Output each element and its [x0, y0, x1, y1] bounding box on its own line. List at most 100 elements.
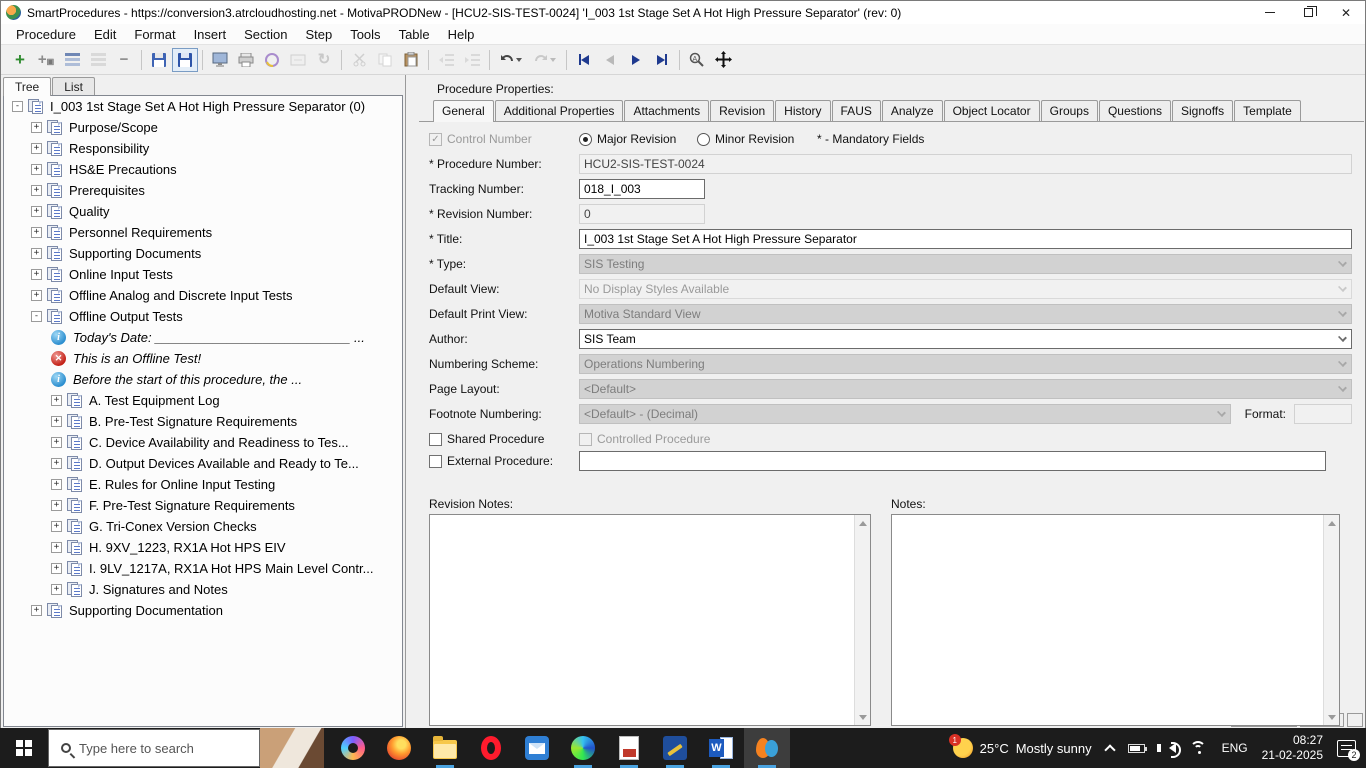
expander[interactable]: +: [51, 521, 62, 532]
tab-additional-properties[interactable]: Additional Properties: [494, 100, 624, 121]
menu-table[interactable]: Table: [390, 24, 439, 44]
expander[interactable]: +: [51, 416, 62, 427]
redo-icon[interactable]: [528, 48, 562, 72]
expander[interactable]: +: [31, 248, 42, 259]
shared-procedure-checkbox[interactable]: Shared Procedure: [429, 432, 579, 446]
add-icon[interactable]: +: [7, 48, 33, 72]
taskbar-edge-icon[interactable]: [560, 728, 606, 768]
outdent-icon[interactable]: [433, 48, 459, 72]
tab-general[interactable]: General: [433, 100, 494, 122]
tree-item[interactable]: + Supporting Documentation: [4, 600, 402, 621]
type-select[interactable]: SIS Testing: [579, 254, 1352, 274]
menu-format[interactable]: Format: [125, 24, 184, 44]
tab-groups[interactable]: Groups: [1040, 100, 1098, 121]
external-procedure-checkbox[interactable]: External Procedure:: [429, 454, 579, 468]
default-view-select[interactable]: No Display Styles Available: [579, 279, 1352, 299]
expander[interactable]: +: [51, 584, 62, 595]
major-revision-radio[interactable]: Major Revision: [579, 132, 689, 146]
tree-item[interactable]: + Offline Analog and Discrete Input Tests: [4, 285, 402, 306]
minor-revision-radio[interactable]: Minor Revision: [697, 132, 809, 146]
revision-number-field[interactable]: [579, 204, 705, 224]
taskbar-word-icon[interactable]: W: [698, 728, 744, 768]
external-procedure-field[interactable]: [579, 451, 1326, 471]
expander[interactable]: +: [51, 500, 62, 511]
cut-icon[interactable]: [346, 48, 372, 72]
paste-icon[interactable]: [398, 48, 424, 72]
menu-tools[interactable]: Tools: [341, 24, 389, 44]
numbering-scheme-select[interactable]: Operations Numbering: [579, 354, 1352, 374]
weather-widget[interactable]: 1 25°C Mostly sunny: [948, 734, 1092, 758]
save-icon[interactable]: [172, 47, 198, 72]
outline-view-icon[interactable]: [59, 48, 85, 72]
tree-item[interactable]: + D. Output Devices Available and Ready t…: [4, 453, 402, 474]
notes-textarea[interactable]: [891, 514, 1340, 726]
tab-faus[interactable]: FAUS: [831, 100, 881, 121]
preview-monitor-icon[interactable]: [207, 48, 233, 72]
expander[interactable]: -: [12, 101, 23, 112]
tab-history[interactable]: History: [775, 100, 831, 121]
default-print-view-select[interactable]: Motiva Standard View: [579, 304, 1352, 324]
expander[interactable]: +: [31, 227, 42, 238]
scroll-up-icon[interactable]: [855, 515, 870, 531]
menu-help[interactable]: Help: [439, 24, 484, 44]
taskbar-procedure-editor-icon[interactable]: [652, 728, 698, 768]
scroll-up-icon[interactable]: [1324, 515, 1339, 531]
go-last-icon[interactable]: [649, 48, 675, 72]
expander[interactable]: +: [51, 395, 62, 406]
expander[interactable]: +: [31, 122, 42, 133]
scrollbar[interactable]: [1323, 515, 1339, 725]
tree-item[interactable]: + HS&E Precautions: [4, 159, 402, 180]
tab-questions[interactable]: Questions: [1098, 100, 1171, 121]
expander[interactable]: +: [31, 206, 42, 217]
tree-item[interactable]: + F. Pre-Test Signature Requirements: [4, 495, 402, 516]
author-select[interactable]: SIS Team: [579, 329, 1352, 349]
tree-item[interactable]: + J. Signatures and Notes: [4, 579, 402, 600]
menu-procedure[interactable]: Procedure: [7, 24, 85, 44]
copy-icon[interactable]: [372, 48, 398, 72]
procedure-number-field[interactable]: [579, 154, 1352, 174]
tree-item[interactable]: + Online Input Tests: [4, 264, 402, 285]
panel-splitter[interactable]: [405, 75, 419, 728]
tree-item[interactable]: + G. Tri-Conex Version Checks: [4, 516, 402, 537]
taskbar-opera-icon[interactable]: [468, 728, 514, 768]
tray-overflow-icon[interactable]: [1103, 744, 1116, 756]
go-next-icon[interactable]: [623, 48, 649, 72]
tab-tree[interactable]: Tree: [3, 77, 52, 96]
menu-section[interactable]: Section: [235, 24, 296, 44]
expander[interactable]: +: [31, 290, 42, 301]
format-field[interactable]: [1294, 404, 1352, 424]
remove-icon[interactable]: −: [111, 48, 137, 72]
tree-item[interactable]: + Quality: [4, 201, 402, 222]
tree-item[interactable]: - Offline Output Tests: [4, 306, 402, 327]
restore-button[interactable]: [1289, 1, 1327, 24]
tree-item[interactable]: ✕ This is an Offline Test!: [4, 348, 402, 369]
scrollbar[interactable]: [854, 515, 870, 725]
taskbar-mail-icon[interactable]: [514, 728, 560, 768]
tree-item[interactable]: + Personnel Requirements: [4, 222, 402, 243]
tree-item[interactable]: + H. 9XV_1223, RX1A Hot HPS EIV: [4, 537, 402, 558]
speaker-icon[interactable]: [1156, 742, 1181, 758]
taskbar-document-viewer-icon[interactable]: [606, 728, 652, 768]
news-widget-thumbnail[interactable]: [260, 728, 324, 768]
clock[interactable]: 08:27 21-02-2025: [1262, 733, 1323, 763]
tab-object-locator[interactable]: Object Locator: [943, 100, 1040, 121]
tab-signoffs[interactable]: Signoffs: [1172, 100, 1234, 121]
expander[interactable]: +: [31, 269, 42, 280]
scroll-down-icon[interactable]: [1324, 709, 1339, 725]
taskbar-search[interactable]: Type here to search: [48, 729, 260, 767]
taskbar-loop-icon[interactable]: [330, 728, 376, 768]
expander[interactable]: +: [31, 143, 42, 154]
expander[interactable]: +: [51, 458, 62, 469]
export-box-icon[interactable]: [285, 48, 311, 72]
tree-item[interactable]: + I. 9LV_1217A, RX1A Hot HPS Main Level C…: [4, 558, 402, 579]
save-as-icon[interactable]: [146, 48, 172, 72]
minimize-button[interactable]: [1251, 1, 1289, 24]
expander[interactable]: +: [31, 185, 42, 196]
title-field[interactable]: [579, 229, 1352, 249]
tree-item[interactable]: i Before the start of this procedure, the…: [4, 369, 402, 390]
go-first-icon[interactable]: [571, 48, 597, 72]
tracking-number-field[interactable]: [579, 179, 705, 199]
scroll-down-icon[interactable]: [855, 709, 870, 725]
taskbar-smartprocedures-icon[interactable]: [744, 728, 790, 768]
undo-icon[interactable]: [494, 48, 528, 72]
